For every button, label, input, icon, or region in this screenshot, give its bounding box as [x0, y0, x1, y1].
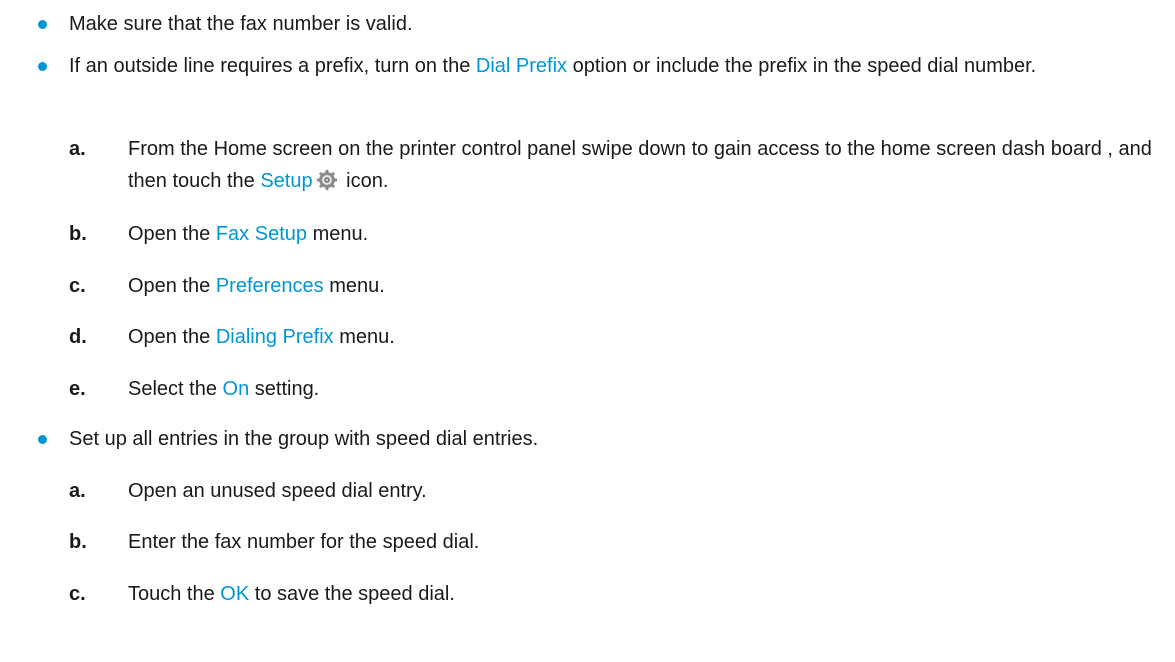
step-letter: c.	[69, 583, 86, 605]
step-text: Open the Dialing Prefix menu.	[128, 326, 395, 348]
step-letter: d.	[69, 326, 87, 348]
ui-term-setup: Setup	[260, 170, 313, 192]
step-text: From the Home screen on the printer cont…	[128, 133, 1165, 201]
bullet-text: Set up all entries in the group with spe…	[69, 428, 539, 450]
step-letter: e.	[69, 378, 86, 400]
step-letter: a.	[69, 138, 86, 160]
ui-term-dialing-prefix: Dialing Prefix	[215, 326, 334, 348]
step-letter: a.	[69, 480, 86, 502]
step-text: Open the Fax Setup menu.	[128, 223, 369, 245]
bullet-dot-icon	[38, 435, 47, 444]
ui-term-on: On	[222, 378, 250, 400]
ui-term-ok: OK	[220, 583, 250, 605]
step-text: Touch the OK to save the speed dial.	[128, 583, 455, 605]
bullet-dot-icon	[38, 20, 47, 29]
step-text: Enter the fax number for the speed dial.	[128, 531, 480, 553]
ui-term-preferences: Preferences	[215, 275, 324, 297]
step-letter: b.	[69, 223, 87, 245]
ui-term-fax-setup: Fax Setup	[215, 223, 308, 245]
step-text: Open the Preferences menu.	[128, 275, 385, 297]
bullet-text: Make sure that the fax number is valid.	[69, 13, 413, 35]
bullet-text: If an outside line requires a prefix, tu…	[69, 55, 1037, 77]
step-letter: c.	[69, 275, 86, 297]
step-text: Select the On setting.	[128, 378, 320, 400]
step-text: Open an unused speed dial entry.	[128, 480, 427, 502]
bullet-dot-icon	[38, 62, 47, 71]
gear-icon	[316, 169, 338, 201]
step-letter: b.	[69, 531, 87, 553]
ui-term-dial-prefix: Dial Prefix	[475, 55, 568, 77]
